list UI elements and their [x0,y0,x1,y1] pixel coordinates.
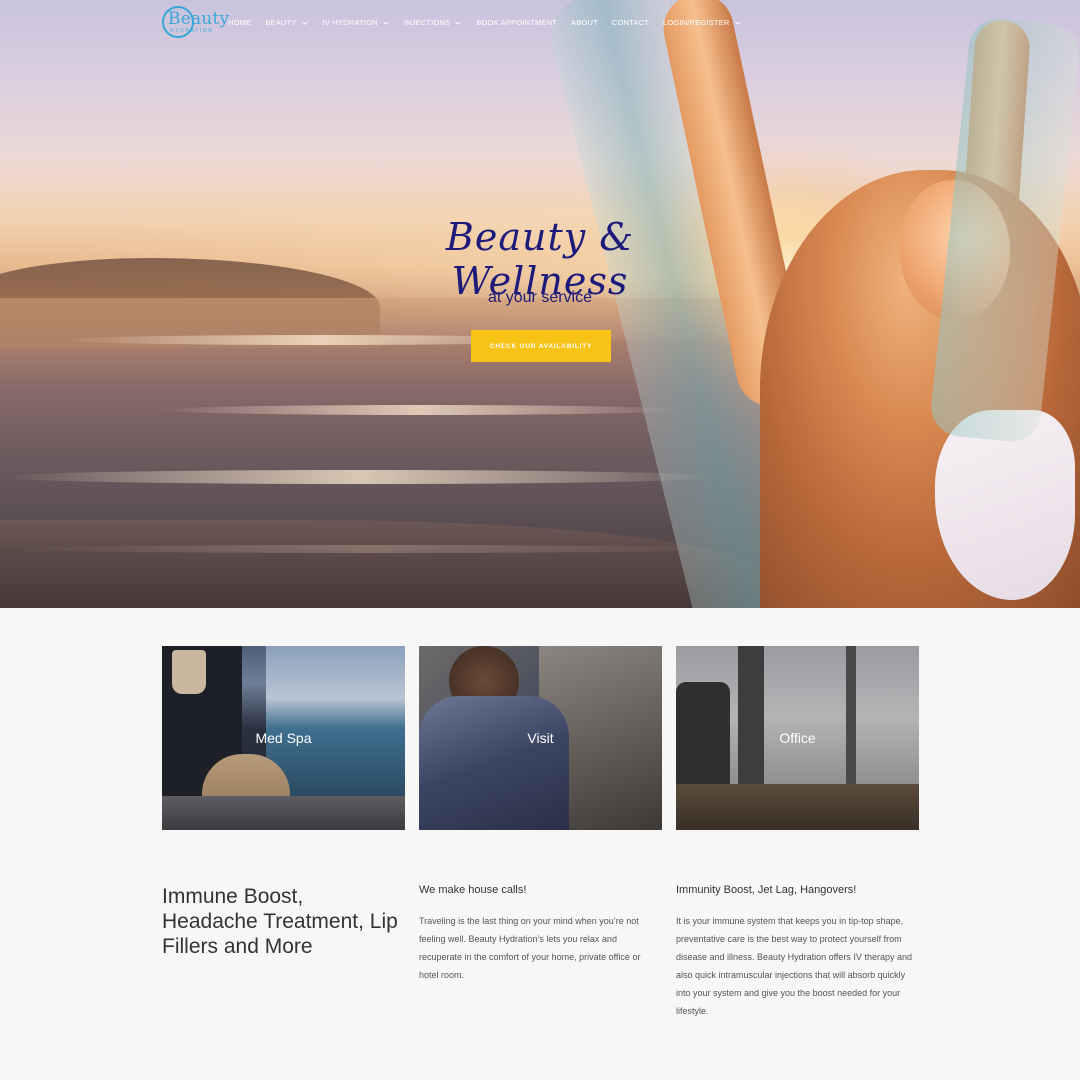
nav-menu: HOME BEAUTY IV HYDRATION INJECTIONS BOOK APP… [228,18,756,27]
nav-item-contact[interactable]: CONTACT [612,18,649,27]
silk-pajamas [419,696,569,830]
chevron-down-icon [734,20,741,25]
nav-item-home[interactable]: HOME [228,18,251,27]
nav-item-label: IV HYDRATION [322,18,378,27]
logo-subtext: HYDRATION [170,28,214,34]
nav-item-label: BOOK APPOINTMENT [476,18,558,27]
house-calls-title: We make house calls! [419,884,527,896]
wave [0,470,720,484]
nav-item-label: BEAUTY [265,18,297,27]
floor [162,796,405,830]
nav-item-label: INJECTIONS [403,18,451,27]
chevron-down-icon [301,20,308,25]
chevron-down-icon [455,20,462,25]
desk [676,784,919,830]
nav-item-label: LOGIN/REGISTER [662,18,730,27]
services-heading: Immune Boost, Headache Treatment, Lip Fi… [162,885,398,958]
card-visit[interactable]: Visit [419,646,662,830]
nav-item-about[interactable]: ABOUT [571,18,598,27]
hero-subtitle: at your service [487,289,593,306]
logo-text: Beauty [168,9,230,29]
window-frame [738,646,764,796]
house-calls-column: We make house calls! Traveling is the la… [419,884,659,984]
immunity-text: It is your immune system that keeps you … [676,916,912,1016]
nav-item-label: ABOUT [571,18,598,27]
chevron-down-icon [382,20,389,25]
window-view [266,646,405,796]
top-nav: Beauty HYDRATION HOME BEAUTY IV HYDRATION I… [0,0,1080,50]
card-med-spa[interactable]: Med Spa [162,646,405,830]
window-frame [846,646,856,796]
nav-item-label: HOME [228,18,252,27]
nav-item-book-appointment[interactable]: BOOK APPOINTMENT [476,18,557,27]
wave [160,405,680,415]
house-calls-text: Traveling is the last thing on your mind… [419,916,641,980]
card-label: Med Spa [255,730,312,746]
nav-item-label: CONTACT [611,18,649,27]
card-label: Office [779,730,816,746]
immunity-title: Immunity Boost, Jet Lag, Hangovers! [676,884,857,896]
brand-logo[interactable]: Beauty HYDRATION [162,4,229,38]
card-office[interactable]: Office [676,646,919,830]
immunity-column: Immunity Boost, Jet Lag, Hangovers! It i… [676,884,916,1020]
nav-item-injections[interactable]: INJECTIONS [404,18,463,27]
lamp [172,650,206,694]
check-availability-button[interactable]: CHECK OUR AVAILABILITY [471,330,611,362]
nav-item-login-register[interactable]: LOGIN/REGISTER [663,18,742,27]
nav-item-iv-hydration[interactable]: IV HYDRATION [323,18,390,27]
card-label: Visit [527,730,554,746]
nav-item-beauty[interactable]: BEAUTY [265,18,308,27]
